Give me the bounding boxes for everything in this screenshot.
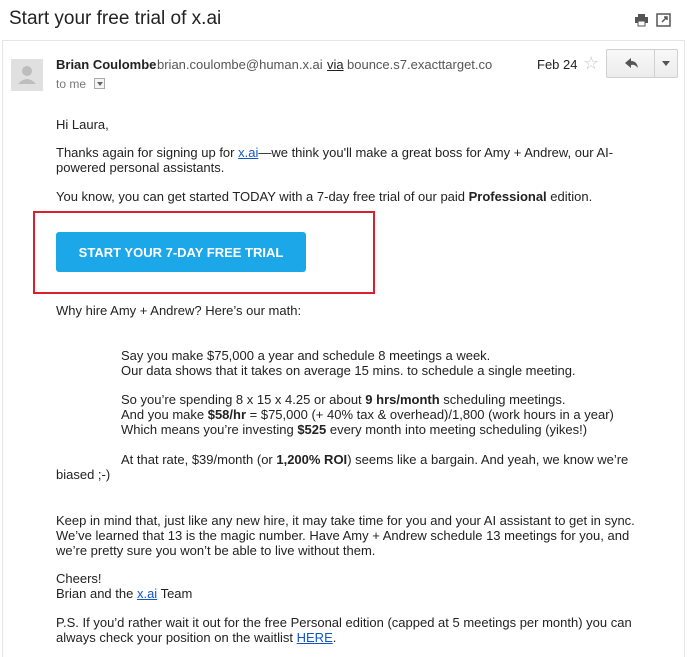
text: —we think you'll make a great boss for A…: [258, 145, 614, 160]
subject-bar: Start your free trial of x.ai: [0, 0, 687, 40]
math-line: So you’re spending 8 x 15 x 4.25 or abou…: [121, 392, 565, 407]
math-line: Which means you’re investing $525 every …: [121, 422, 587, 437]
text: = $75,000 (+ 40% tax & overhead)/1,800 (…: [246, 407, 614, 422]
text: Team: [157, 586, 193, 601]
start-trial-button[interactable]: START YOUR 7-DAY FREE TRIAL: [56, 232, 306, 272]
text: .: [332, 630, 337, 645]
bold-value: $58/hr: [207, 407, 247, 422]
star-icon[interactable]: ☆: [583, 53, 599, 74]
sync-paragraph-line: we’re pretty sure you won’t be able to l…: [56, 543, 376, 558]
math-line: Our data shows that it takes on average …: [121, 363, 576, 378]
text: Which means you’re investing: [121, 422, 298, 437]
text: scheduling meetings.: [439, 392, 566, 407]
text: Brian and the: [56, 586, 137, 601]
greeting: Hi Laura,: [56, 117, 109, 132]
print-icon[interactable]: [634, 13, 649, 27]
xai-link[interactable]: x.ai: [238, 145, 258, 160]
ps-line: always check your position on the waitli…: [56, 630, 336, 645]
text: ) seems like a bargain. And yeah, we kno…: [347, 452, 629, 467]
sender-avatar: [11, 59, 43, 91]
sync-paragraph-line: We’ve learned that 13 is the magic numbe…: [56, 528, 630, 543]
via-domain: bounce.s7.exacttarget.com: [347, 57, 492, 72]
text: At that rate, $39/month (or: [121, 452, 277, 467]
trial-paragraph: You know, you can get started TODAY with…: [56, 189, 592, 204]
sender-name[interactable]: Brian Coulombe: [56, 57, 156, 72]
ps-line: P.S. If you’d rather wait it out for the…: [56, 615, 632, 630]
xai-link[interactable]: x.ai: [137, 586, 157, 601]
bold-value: 1,200% ROI: [276, 452, 348, 467]
bold-value: $525: [297, 422, 327, 437]
math-line: At that rate, $39/month (or 1,200% ROI) …: [121, 452, 628, 467]
text: Thanks again for signing up for: [56, 145, 239, 160]
text: edition.: [546, 189, 593, 204]
text: You know, you can get started TODAY with…: [56, 189, 469, 204]
math-line: biased ;-): [56, 467, 111, 482]
sync-paragraph-line: Keep in mind that, just like any new hir…: [56, 513, 635, 528]
math-line: Say you make $75,000 a year and schedule…: [121, 348, 491, 363]
intro-paragraph-line2: powered personal assistants.: [56, 160, 225, 175]
show-details-icon[interactable]: [94, 78, 105, 89]
edition-name: Professional: [468, 189, 547, 204]
via-link[interactable]: via: [327, 57, 344, 72]
text: every month into meeting scheduling (yik…: [326, 422, 588, 437]
sender-email: brian.coulombe@human.x.ai: [157, 57, 323, 72]
waitlist-link[interactable]: HERE: [297, 630, 333, 645]
signoff: Cheers!: [56, 571, 102, 586]
text: So you’re spending 8 x 15 x 4.25 or abou…: [121, 392, 366, 407]
text: And you make: [121, 407, 208, 422]
bold-value: 9 hrs/month: [365, 392, 440, 407]
intro-paragraph-line1: Thanks again for signing up for x.ai—we …: [56, 145, 613, 160]
recipient-label: to me: [56, 77, 87, 91]
math-line: And you make $58/hr = $75,000 (+ 40% tax…: [121, 407, 614, 422]
reply-button-group: [606, 49, 678, 78]
email-subject: Start your free trial of x.ai: [9, 8, 222, 29]
chevron-down-icon[interactable]: [655, 50, 677, 77]
reply-icon[interactable]: [607, 50, 654, 77]
popout-icon[interactable]: [656, 13, 671, 27]
text: always check your position on the waitli…: [56, 630, 297, 645]
math-intro: Why hire Amy + Andrew? Here’s our math:: [56, 303, 302, 318]
signature: Brian and the x.ai Team: [56, 586, 192, 601]
message-date: Feb 24: [537, 57, 578, 72]
